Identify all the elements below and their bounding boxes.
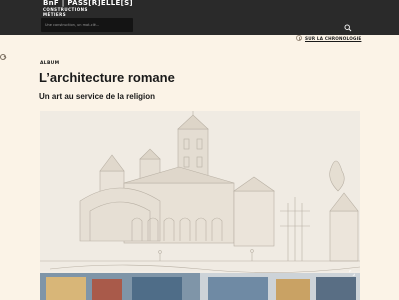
album-category: ALBUM [40,61,60,66]
search-icon[interactable] [344,24,352,32]
page-title: L’architecture romane [39,70,175,85]
hero-image[interactable] [40,111,360,300]
church-illustration [40,111,360,300]
logo-line-2: MÉTIERS [43,12,67,17]
clock-icon [296,35,302,41]
chronology-label: SUR LA CHRONOLOGIE [305,35,362,41]
site-logo[interactable]: BnF | PASS[R]ELLE[S] CONSTRUCTIONS MÉTIE… [43,0,133,17]
page-subtitle: Un art au service de la religion [39,92,156,101]
search-box [41,18,133,32]
logo-main: BnF | PASS[R]ELLE[S] [43,0,133,7]
chronology-link[interactable]: SUR LA CHRONOLOGIE [296,33,361,43]
top-bar: BnF | PASS[R]ELLE[S] CONSTRUCTIONS MÉTIE… [0,0,399,35]
chevron-circle-icon[interactable] [0,54,6,60]
search-input[interactable] [45,21,129,29]
expand-icon[interactable] [349,270,355,276]
